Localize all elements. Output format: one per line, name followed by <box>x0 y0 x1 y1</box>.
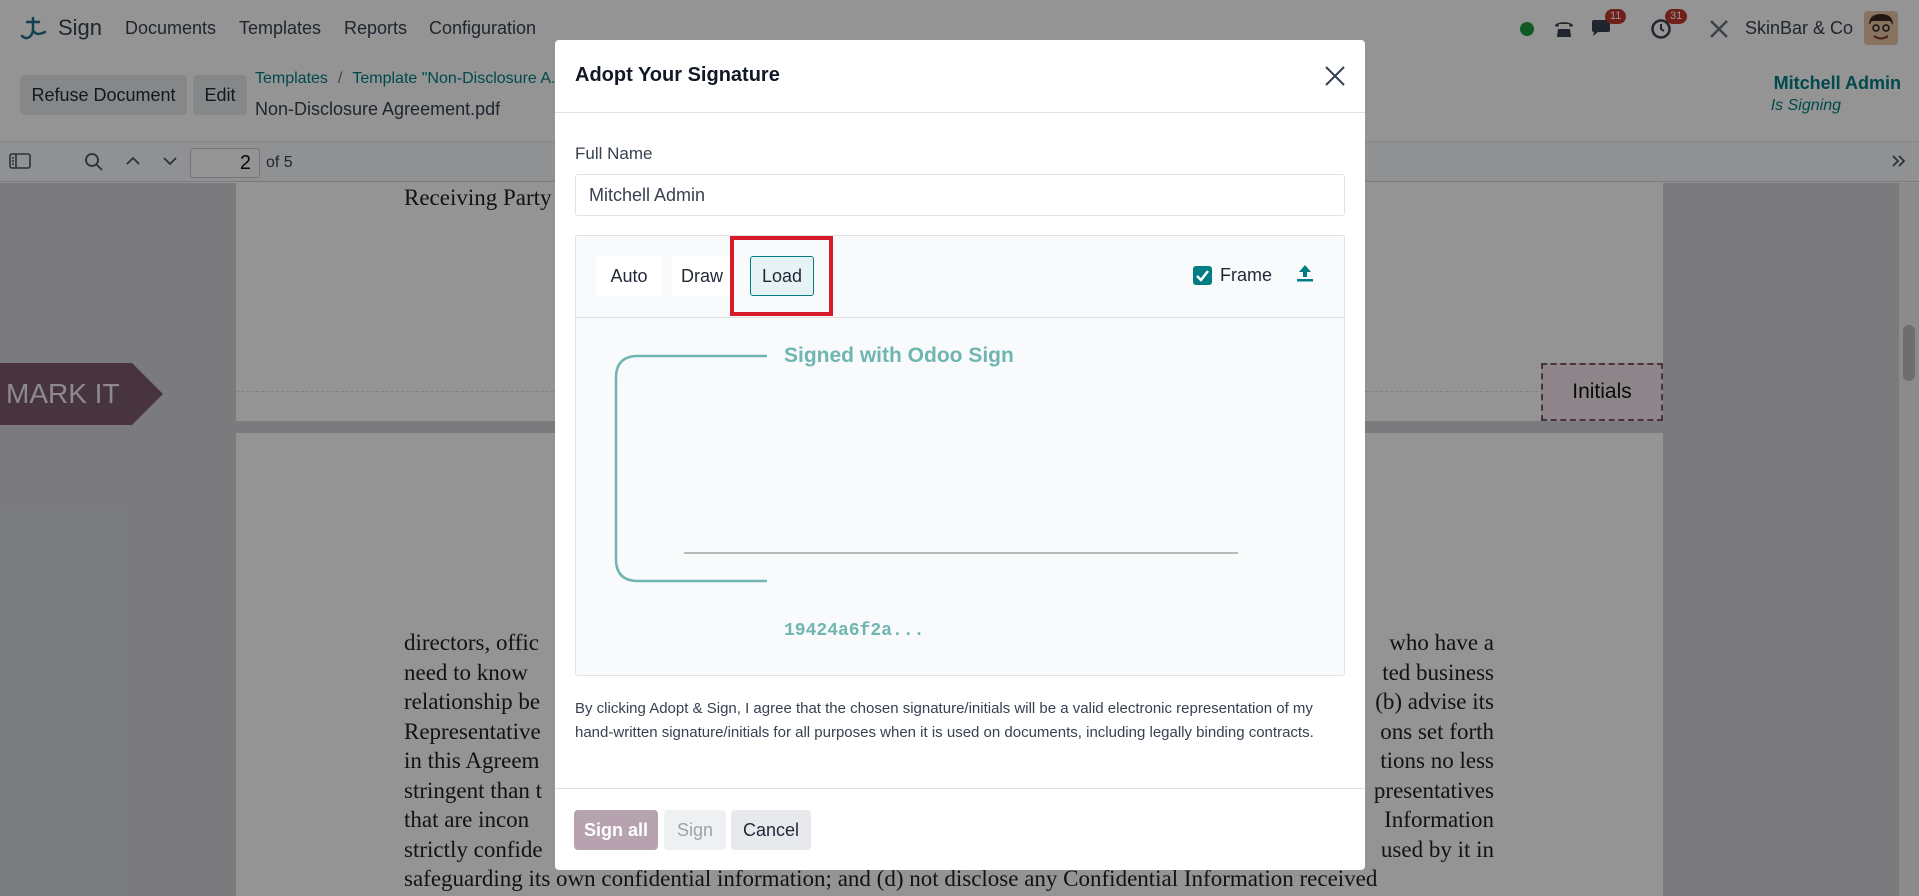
close-icon[interactable] <box>1323 64 1347 88</box>
modal-title: Adopt Your Signature <box>575 64 780 86</box>
tab-draw[interactable]: Draw <box>672 256 732 296</box>
sign-all-button[interactable]: Sign all <box>574 810 658 850</box>
frame-label[interactable]: Frame <box>1220 265 1272 286</box>
cancel-button[interactable]: Cancel <box>731 810 811 850</box>
tab-auto[interactable]: Auto <box>596 256 662 296</box>
upload-icon[interactable] <box>1294 262 1316 284</box>
modal-footer: Sign all Sign Cancel <box>555 788 1365 870</box>
modal-header: Adopt Your Signature <box>555 40 1365 113</box>
signature-preview[interactable]: Signed with Odoo Sign 19424a6f2a... <box>576 318 1344 675</box>
adopt-signature-dialog: Adopt Your Signature Full Name Mitchell … <box>555 40 1365 870</box>
signature-frame-title: Signed with Odoo Sign <box>784 344 1014 367</box>
load-tab-highlight <box>730 236 833 316</box>
signature-frame-icon <box>614 354 1238 583</box>
sign-button[interactable]: Sign <box>664 810 726 850</box>
signature-mode-tabs: Auto Draw Load Frame <box>576 236 1344 318</box>
full-name-label: Full Name <box>575 144 653 163</box>
legal-disclaimer: By clicking Adopt & Sign, I agree that t… <box>575 700 1314 741</box>
frame-checkbox[interactable] <box>1193 266 1212 285</box>
signature-hash: 19424a6f2a... <box>784 621 925 641</box>
signature-panel: Auto Draw Load Frame Signed with Odoo Si… <box>575 235 1345 676</box>
full-name-input[interactable]: Mitchell Admin <box>575 174 1345 216</box>
